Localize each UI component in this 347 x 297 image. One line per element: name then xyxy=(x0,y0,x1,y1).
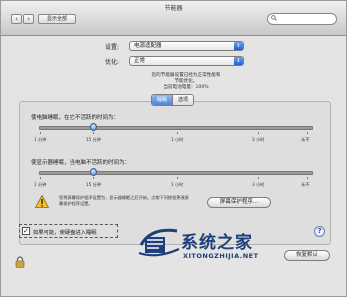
select-arrows-icon: ⇕ xyxy=(234,42,243,50)
search-icon xyxy=(271,15,277,21)
slider-tick xyxy=(307,132,308,134)
warning-icon xyxy=(35,195,49,208)
computer-sleep-label: 使电脑睡眠，在它不活跃的时间为： xyxy=(31,115,120,121)
battery-status: 当前电池电量：100% xyxy=(163,85,209,90)
watermark-title: 系统之家 xyxy=(181,233,253,253)
optimize-label: 优化: xyxy=(105,59,120,66)
help-button[interactable]: ? xyxy=(314,226,325,237)
tick-label: 1 分钟 xyxy=(34,137,47,142)
select-arrows-icon: ⇕ xyxy=(234,57,243,65)
restore-defaults-button[interactable]: 恢复默认 xyxy=(284,250,330,261)
screensaver-button[interactable]: 屏幕保护程序... xyxy=(207,197,271,208)
search-input[interactable] xyxy=(267,13,337,25)
slider-tick xyxy=(258,132,259,134)
settings-select[interactable]: 电源适配器 ⇕ xyxy=(129,41,244,51)
tick-label: 1 小时 xyxy=(171,137,184,142)
slider-tick xyxy=(307,177,308,179)
hard-disk-sleep-checkbox[interactable]: ✓ xyxy=(22,227,30,235)
tab-sleep[interactable]: 睡眠 xyxy=(152,95,174,105)
tick-label: 15 分钟 xyxy=(86,182,102,187)
tick-label: 永不 xyxy=(301,137,310,142)
energy-saver-window: 节能器 ‹ › 显示全部 设置: 电源适配器 ⇕ 优化: 正常 ⇕ 您的节能器设… xyxy=(0,0,347,297)
slider-tick xyxy=(40,132,41,134)
tab-bar: 睡眠 选项 xyxy=(151,94,195,106)
slider-tick xyxy=(93,132,94,134)
slider-track xyxy=(39,171,313,175)
tick-label: 1 小时 xyxy=(171,182,184,187)
slider-knob[interactable] xyxy=(90,168,97,176)
question-mark-icon: ? xyxy=(317,227,322,235)
settings-label: 设置: xyxy=(105,44,120,51)
window-title: 节能器 xyxy=(164,5,183,12)
slider-tick xyxy=(93,177,94,179)
slider-tick xyxy=(177,132,178,134)
watermark-subtitle: XITONGZHIJIA.NET xyxy=(183,252,259,260)
optimize-select[interactable]: 正常 ⇕ xyxy=(129,56,244,66)
slider-tick xyxy=(177,177,178,179)
tick-label: 1 分钟 xyxy=(34,182,47,187)
tab-options[interactable]: 选项 xyxy=(173,95,194,105)
lock-icon[interactable] xyxy=(15,256,25,268)
forward-button[interactable]: › xyxy=(23,14,34,24)
hard-disk-sleep-label: 如果可能，使硬盘进入睡眠 xyxy=(33,230,97,236)
warning-text: 您将屏幕保护程序设置为，显示器睡眠之后开始。点按下列按钮更改屏幕保护程序设置。 xyxy=(59,195,189,206)
watermark-logo-icon xyxy=(138,228,180,257)
tick-label: 3 小时 xyxy=(252,182,265,187)
display-sleep-label: 使显示器睡眠，当电脑不活跃的时间为： xyxy=(31,160,131,166)
chevron-right-icon: › xyxy=(27,15,30,23)
chevron-left-icon: ‹ xyxy=(15,15,18,23)
tick-label: 永不 xyxy=(301,182,310,187)
slider-knob[interactable] xyxy=(90,123,97,131)
slider-tick xyxy=(258,177,259,179)
back-button[interactable]: ‹ xyxy=(11,14,22,24)
title-bar: 节能器 ‹ › 显示全部 xyxy=(1,1,346,36)
tick-label: 3 小时 xyxy=(252,137,265,142)
show-all-button[interactable]: 显示全部 xyxy=(38,14,76,24)
tick-label: 15 分钟 xyxy=(86,137,102,142)
slider-track xyxy=(39,126,313,130)
optimize-select-value: 正常 xyxy=(134,58,146,64)
settings-select-value: 电源适配器 xyxy=(134,43,162,49)
slider-tick xyxy=(40,177,41,179)
